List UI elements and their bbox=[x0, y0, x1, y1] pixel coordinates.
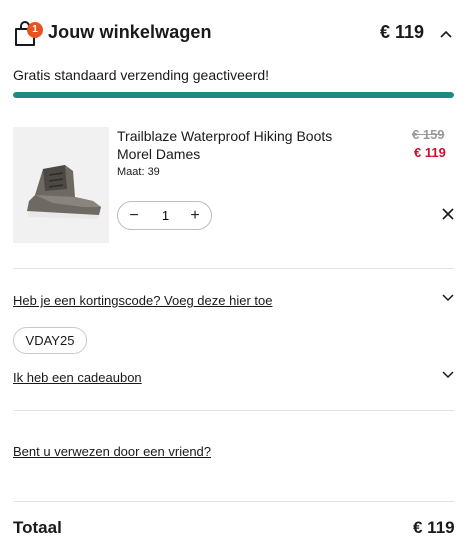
referral-link[interactable]: Bent u verwezen door een vriend? bbox=[13, 444, 211, 459]
cart-title: Jouw winkelwagen bbox=[48, 22, 212, 42]
discount-code-link[interactable]: Heb je een kortingscode? Voeg deze hier … bbox=[13, 293, 272, 308]
cart-count-badge: 1 bbox=[27, 22, 43, 38]
divider bbox=[13, 410, 454, 411]
divider bbox=[13, 268, 454, 269]
product-name[interactable]: Trailblaze Waterproof Hiking Boots Morel… bbox=[117, 127, 367, 163]
total-label: Totaal bbox=[13, 518, 62, 537]
total-value: € 119 bbox=[413, 518, 455, 537]
product-size: Maat: 39 bbox=[117, 166, 160, 178]
gift-card-link[interactable]: Ik heb een cadeaubon bbox=[13, 370, 142, 385]
quantity-stepper: − + bbox=[117, 201, 212, 230]
increase-quantity-button[interactable]: + bbox=[181, 202, 209, 229]
shipping-progress-fill bbox=[13, 92, 454, 98]
cart-header: 1 Jouw winkelwagen € 119 bbox=[0, 0, 466, 64]
hiking-boot-icon bbox=[27, 165, 101, 219]
close-icon[interactable] bbox=[440, 206, 456, 222]
applied-discount-code[interactable]: VDAY25 bbox=[13, 327, 87, 354]
chevron-down-icon[interactable] bbox=[440, 366, 456, 382]
decrease-quantity-button[interactable]: − bbox=[120, 202, 148, 229]
original-price: € 159 bbox=[412, 127, 445, 142]
sale-price: € 119 bbox=[414, 145, 446, 160]
quantity-input[interactable] bbox=[152, 208, 179, 223]
header-total: € 119 bbox=[380, 22, 425, 42]
product-image[interactable] bbox=[13, 127, 109, 243]
shipping-progress-bar bbox=[13, 92, 454, 98]
chevron-up-icon[interactable] bbox=[436, 24, 456, 44]
chevron-down-icon[interactable] bbox=[440, 289, 456, 305]
shipping-message: Gratis standaard verzending geactiveerd! bbox=[13, 67, 270, 83]
divider bbox=[13, 501, 454, 502]
